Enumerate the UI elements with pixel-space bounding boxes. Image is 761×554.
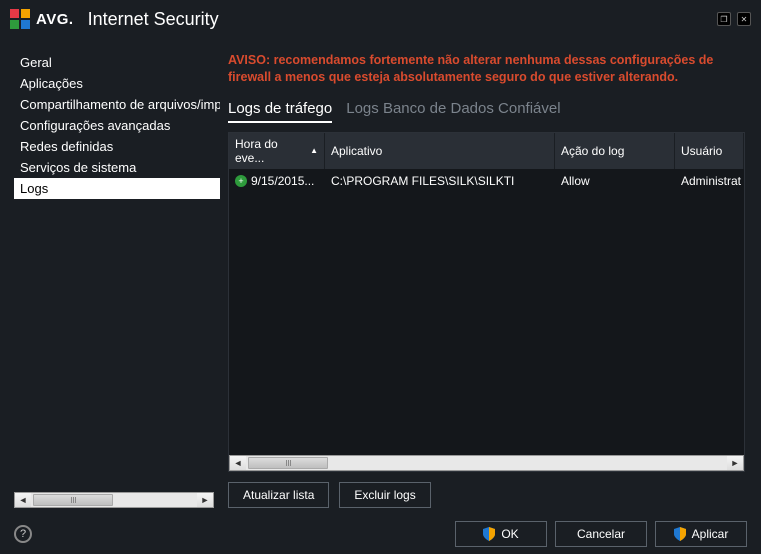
logo: AVG. Internet Security	[10, 9, 219, 30]
apply-label: Aplicar	[692, 527, 729, 541]
content-pane: AVISO: recomendamos fortemente não alter…	[220, 38, 761, 508]
app-title: Internet Security	[88, 9, 219, 30]
titlebar: AVG. Internet Security ❐ ✕	[0, 0, 761, 38]
logs-table: Hora do eve... ▲ Aplicativo Ação do log …	[228, 132, 745, 472]
column-user[interactable]: Usuário	[675, 133, 744, 169]
tab-trusted-db-logs[interactable]: Logs Banco de Dados Confiável	[346, 100, 560, 123]
footer: ? OK Cancelar Aplicar	[0, 514, 761, 554]
table-body: + 9/15/2015... C:\PROGRAM FILES\SILK\SIL…	[229, 169, 744, 455]
table-scrollbar[interactable]: ◄ ►	[229, 455, 744, 471]
tabs: Logs de tráfego Logs Banco de Dados Conf…	[228, 100, 745, 124]
scroll-thumb[interactable]	[248, 457, 328, 469]
column-time[interactable]: Hora do eve... ▲	[229, 133, 325, 169]
ok-label: OK	[501, 527, 518, 541]
column-action[interactable]: Ação do log	[555, 133, 675, 169]
action-buttons: Atualizar lista Excluir logs	[228, 482, 745, 508]
delete-logs-button[interactable]: Excluir logs	[339, 482, 430, 508]
maximize-button[interactable]: ❐	[717, 12, 731, 26]
tab-traffic-logs[interactable]: Logs de tráfego	[228, 100, 332, 123]
sidebar: Geral Aplicações Compartilhamento de arq…	[0, 38, 220, 508]
brand-name: AVG.	[36, 11, 74, 28]
sidebar-item-system-services[interactable]: Serviços de sistema	[14, 157, 220, 178]
shield-icon	[483, 527, 495, 541]
table-header: Hora do eve... ▲ Aplicativo Ação do log …	[229, 133, 744, 169]
table-row[interactable]: + 9/15/2015... C:\PROGRAM FILES\SILK\SIL…	[229, 169, 744, 193]
plus-icon: +	[235, 175, 247, 187]
close-button[interactable]: ✕	[737, 12, 751, 26]
column-application[interactable]: Aplicativo	[325, 133, 555, 169]
cancel-label: Cancelar	[577, 527, 625, 541]
sort-asc-icon: ▲	[310, 146, 318, 155]
refresh-list-button[interactable]: Atualizar lista	[228, 482, 329, 508]
sidebar-item-general[interactable]: Geral	[14, 52, 220, 73]
sidebar-item-applications[interactable]: Aplicações	[14, 73, 220, 94]
avg-logo-icon	[10, 9, 30, 29]
sidebar-item-file-sharing[interactable]: Compartilhamento de arquivos/impressoras	[14, 94, 220, 115]
sidebar-item-advanced[interactable]: Configurações avançadas	[14, 115, 220, 136]
sidebar-item-logs[interactable]: Logs	[14, 178, 220, 199]
cell-time: 9/15/2015...	[251, 174, 314, 188]
help-icon[interactable]: ?	[14, 525, 32, 543]
cell-user: Administrat	[675, 172, 744, 190]
scroll-right-icon[interactable]: ►	[727, 456, 743, 470]
cell-action: Allow	[555, 172, 675, 190]
sidebar-scrollbar[interactable]: ◄ ►	[14, 492, 214, 508]
window-controls: ❐ ✕	[717, 12, 751, 26]
cancel-button[interactable]: Cancelar	[555, 521, 647, 547]
apply-button[interactable]: Aplicar	[655, 521, 747, 547]
scroll-left-icon[interactable]: ◄	[15, 493, 31, 507]
column-label: Hora do eve...	[235, 137, 306, 165]
ok-button[interactable]: OK	[455, 521, 547, 547]
scroll-right-icon[interactable]: ►	[197, 493, 213, 507]
sidebar-item-networks[interactable]: Redes definidas	[14, 136, 220, 157]
cell-app: C:\PROGRAM FILES\SILK\SILKTI	[325, 172, 555, 190]
shield-icon	[674, 527, 686, 541]
firewall-warning: AVISO: recomendamos fortemente não alter…	[228, 52, 745, 86]
scroll-left-icon[interactable]: ◄	[230, 456, 246, 470]
scroll-thumb[interactable]	[33, 494, 113, 506]
